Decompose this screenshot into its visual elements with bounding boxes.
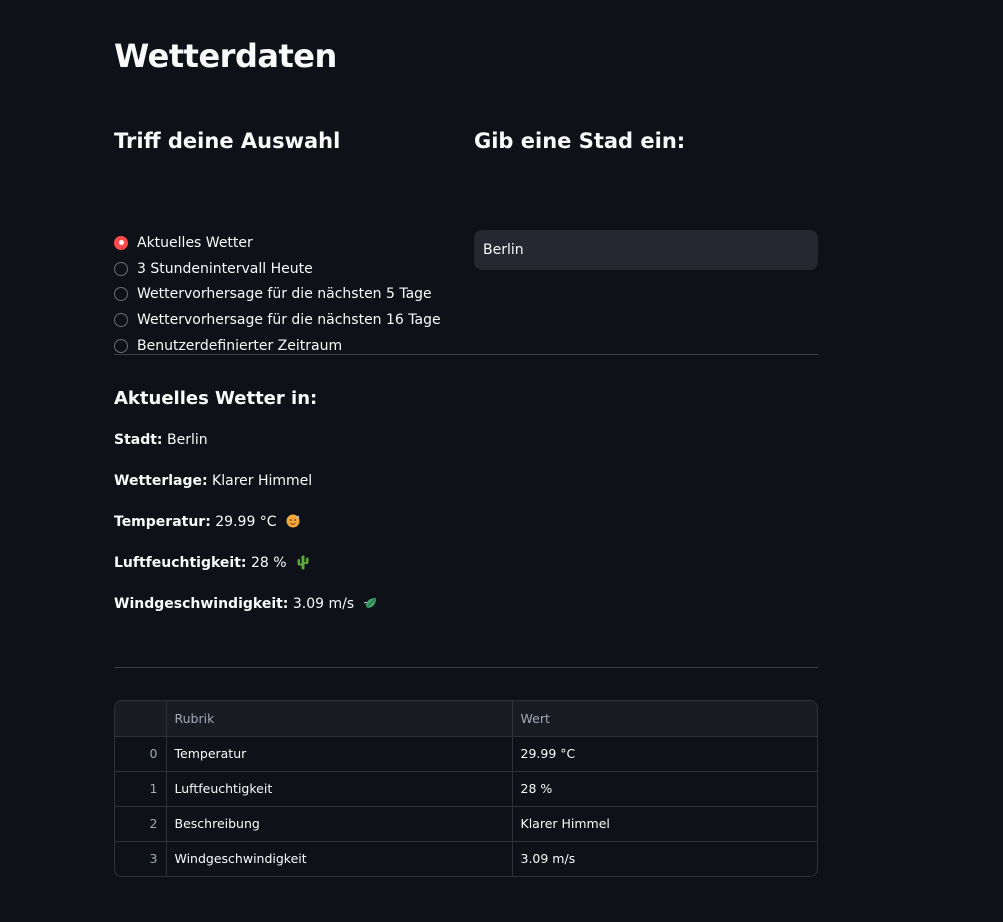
temperature-info-label: Temperatur: — [114, 514, 211, 530]
temperature-info-value: 29.99 °C — [215, 514, 277, 530]
humidity-info-value: 28 % — [250, 555, 287, 571]
table-header-rubrik[interactable]: Rubrik — [166, 701, 513, 737]
city-info-label: Stadt: — [114, 432, 163, 448]
humidity-info: Luftfeuchtigkeit: 28 % — [114, 553, 818, 573]
table-header-wert[interactable]: Wert — [512, 701, 817, 737]
row-wert[interactable]: 3.09 m/s — [512, 841, 817, 876]
current-weather-section: Aktuelles Wetter in: Stadt: Berlin Wette… — [114, 384, 818, 614]
row-index[interactable]: 0 — [115, 736, 167, 772]
row-wert[interactable]: 28 % — [512, 771, 817, 807]
table-row: 0 Temperatur 29.99 °C — [115, 736, 817, 772]
table-row: 2 Beschreibung Klarer Himmel — [115, 806, 817, 842]
table-row: 3 Windgeschwindigkeit 3.09 m/s — [115, 841, 817, 876]
leaf-wind-icon — [363, 598, 376, 608]
row-wert[interactable]: Klarer Himmel — [512, 806, 817, 842]
row-index[interactable]: 1 — [115, 771, 167, 807]
city-info-value: Berlin — [167, 432, 208, 448]
row-rubrik[interactable]: Temperatur — [166, 736, 513, 772]
condition-info-value: Klarer Himmel — [212, 473, 313, 489]
humidity-info-label: Luftfeuchtigkeit: — [114, 555, 247, 571]
wind-info-value: 3.09 m/s — [292, 596, 355, 612]
app-page: Wetterdaten Triff deine Auswahl Aktuelle… — [0, 0, 1003, 922]
table-row: 1 Luftfeuchtigkeit 28 % — [115, 771, 817, 807]
temperature-info: Temperatur: 29.99 °C — [114, 512, 818, 532]
row-rubrik[interactable]: Beschreibung — [166, 806, 513, 842]
row-index[interactable]: 3 — [115, 841, 167, 876]
divider-top — [114, 354, 818, 355]
current-weather-heading: Aktuelles Wetter in: — [114, 388, 318, 409]
wind-info: Windgeschwindigkeit: 3.09 m/s — [114, 594, 818, 614]
hot-face-icon — [286, 514, 300, 528]
city-info: Stadt: Berlin — [114, 430, 818, 450]
content-column: Aktuelles Wetter in: Stadt: Berlin Wette… — [114, 0, 818, 922]
row-rubrik[interactable]: Luftfeuchtigkeit — [166, 771, 513, 807]
row-index[interactable]: 2 — [115, 806, 167, 842]
table-header-row: Rubrik Wert — [115, 701, 817, 737]
cactus-icon — [297, 555, 309, 570]
weather-table[interactable]: Rubrik Wert 0 Temperatur 29.99 °C 1 Luft… — [114, 700, 818, 877]
data-table: Rubrik Wert 0 Temperatur 29.99 °C 1 Luft… — [115, 701, 817, 876]
condition-info-label: Wetterlage: — [114, 473, 208, 489]
row-wert[interactable]: 29.99 °C — [512, 736, 817, 772]
condition-info: Wetterlage: Klarer Himmel — [114, 471, 818, 491]
wind-info-label: Windgeschwindigkeit: — [114, 596, 289, 612]
divider-bottom — [114, 667, 818, 668]
row-rubrik[interactable]: Windgeschwindigkeit — [166, 841, 513, 876]
table-header-index[interactable] — [115, 701, 167, 737]
